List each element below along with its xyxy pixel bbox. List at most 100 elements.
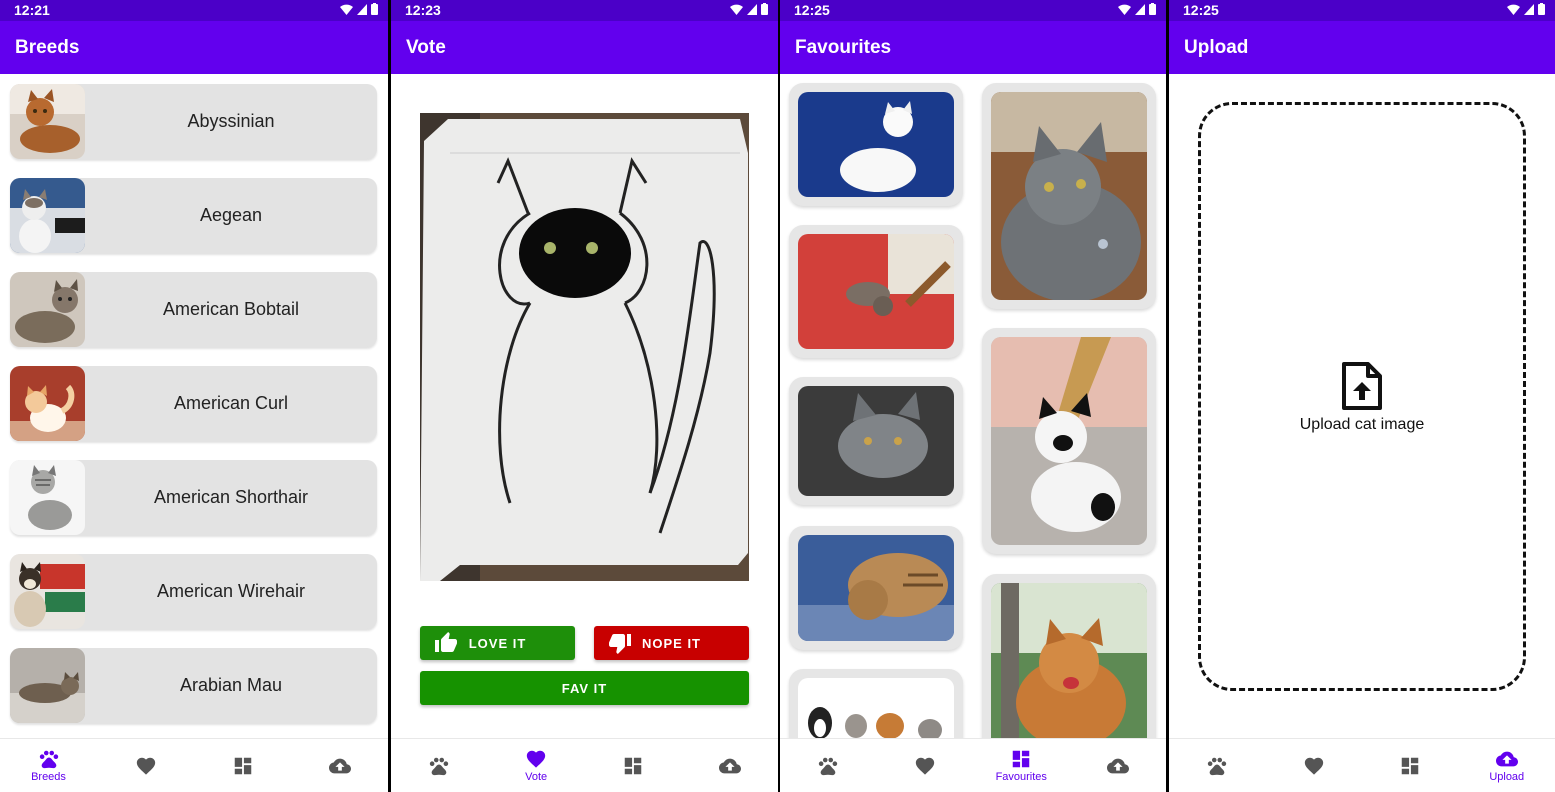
favourite-card[interactable] [789,526,963,650]
signal-icon [357,3,367,15]
breed-thumbnail [10,272,85,347]
heart-icon [1303,755,1325,777]
battery-icon [1149,3,1156,15]
status-time: 12:21 [14,2,50,18]
breed-row-arabian-mau[interactable]: Arabian Mau [10,648,377,723]
paw-icon [817,755,839,777]
nav-upload-label: Upload [1489,771,1525,783]
breed-row-american-wirehair[interactable]: American Wirehair [10,554,377,629]
bottom-navigation: Favourites [780,738,1166,792]
nav-favourites[interactable] [585,739,682,792]
breed-thumbnail [10,460,85,535]
breed-thumbnail [10,554,85,629]
nav-upload[interactable]: Upload [1459,739,1555,792]
breed-row-aegean[interactable]: Aegean [10,178,377,253]
status-icons [730,3,768,15]
breed-name: Aegean [199,205,263,225]
cloud-upload-icon [1496,748,1518,770]
nav-favourites[interactable]: Favourites [973,739,1070,792]
status-time: 12:25 [794,2,830,18]
nope-it-button[interactable]: NOPE IT [594,626,749,660]
nav-favourites[interactable] [194,739,291,792]
favourite-image [991,337,1147,545]
breed-name: American Wirehair [156,581,306,601]
page-title: Breeds [0,21,388,74]
heart-icon [914,755,936,777]
breed-row-american-shorthair[interactable]: American Shorthair [10,460,377,535]
favourite-card[interactable] [789,377,963,505]
upload-prompt: Upload cat image [1299,416,1425,433]
page-title: Favourites [780,21,1166,74]
status-bar: 12:25 [1169,0,1555,21]
nav-breeds[interactable]: Breeds [0,739,97,792]
nav-upload[interactable] [1070,739,1167,792]
heart-icon [135,755,157,777]
breeds-screen: 12:21 Breeds Abyssinian Aegean American … [0,0,388,792]
status-icons [1507,3,1545,15]
dashboard-icon [1399,755,1421,777]
nav-vote[interactable]: Vote [488,739,585,792]
dashboard-icon [622,755,644,777]
status-time: 12:23 [405,2,441,18]
status-icons [340,3,378,15]
favourite-image [798,535,954,641]
breed-name: American Bobtail [162,299,300,319]
bottom-navigation: Breeds [0,738,388,792]
fav-it-label: FAV IT [561,680,608,696]
favourite-image [798,386,954,496]
cloud-upload-icon [329,755,351,777]
dashboard-icon [1010,748,1032,770]
bottom-navigation: Vote [391,738,778,792]
wifi-icon [1507,4,1520,15]
battery-icon [1538,3,1545,15]
nav-breeds[interactable] [780,739,877,792]
nav-upload[interactable] [681,739,778,792]
favourite-card[interactable] [982,83,1156,309]
love-it-button[interactable]: LOVE IT [420,626,575,660]
dashboard-icon [232,755,254,777]
wifi-icon [1118,4,1131,15]
nav-breeds[interactable] [391,739,488,792]
breed-thumbnail [10,366,85,441]
thumbs-up-icon [435,632,457,652]
favourite-image [798,234,954,349]
status-bar: 12:23 [391,0,778,21]
breed-row-abyssinian[interactable]: Abyssinian [10,84,377,159]
nope-it-label: NOPE IT [641,635,701,651]
breed-thumbnail [10,178,85,253]
thumbs-down-icon [609,634,631,654]
status-bar: 12:21 [0,0,388,21]
vote-screen: 12:23 Vote LOVE IT NOPE IT FAV IT Vote [391,0,778,792]
nav-vote[interactable] [97,739,194,792]
breed-name: Abyssinian [187,111,275,131]
breed-name: American Curl [173,393,289,413]
nav-favourites-label: Favourites [995,771,1047,783]
nav-vote[interactable] [877,739,974,792]
nav-breeds[interactable] [1169,739,1266,792]
paw-icon [1206,755,1228,777]
love-it-label: LOVE IT [468,635,527,651]
signal-icon [747,3,757,15]
favourite-card[interactable] [789,83,963,206]
favourite-card[interactable] [982,328,1156,554]
breed-row-american-curl[interactable]: American Curl [10,366,377,441]
bottom-navigation: Upload [1169,738,1555,792]
cloud-upload-icon [719,755,741,777]
nav-vote[interactable] [1266,739,1363,792]
favourite-card[interactable] [789,225,963,358]
cat-photo [420,113,749,581]
nav-breeds-label: Breeds [31,771,66,783]
breed-row-american-bobtail[interactable]: American Bobtail [10,272,377,347]
cloud-upload-icon [1107,755,1129,777]
breed-thumbnail [10,648,85,723]
favourites-screen: 12:25 Favourites Favourites [780,0,1166,792]
nav-favourites[interactable] [1362,739,1459,792]
favourite-card[interactable] [982,574,1156,759]
nav-upload[interactable] [291,739,388,792]
page-title: Vote [391,21,778,74]
file-upload-icon[interactable] [1340,362,1382,410]
breed-name: Arabian Mau [179,675,283,695]
fav-it-button[interactable]: FAV IT [420,671,749,705]
heart-icon [525,748,547,770]
favourite-image [991,583,1147,750]
